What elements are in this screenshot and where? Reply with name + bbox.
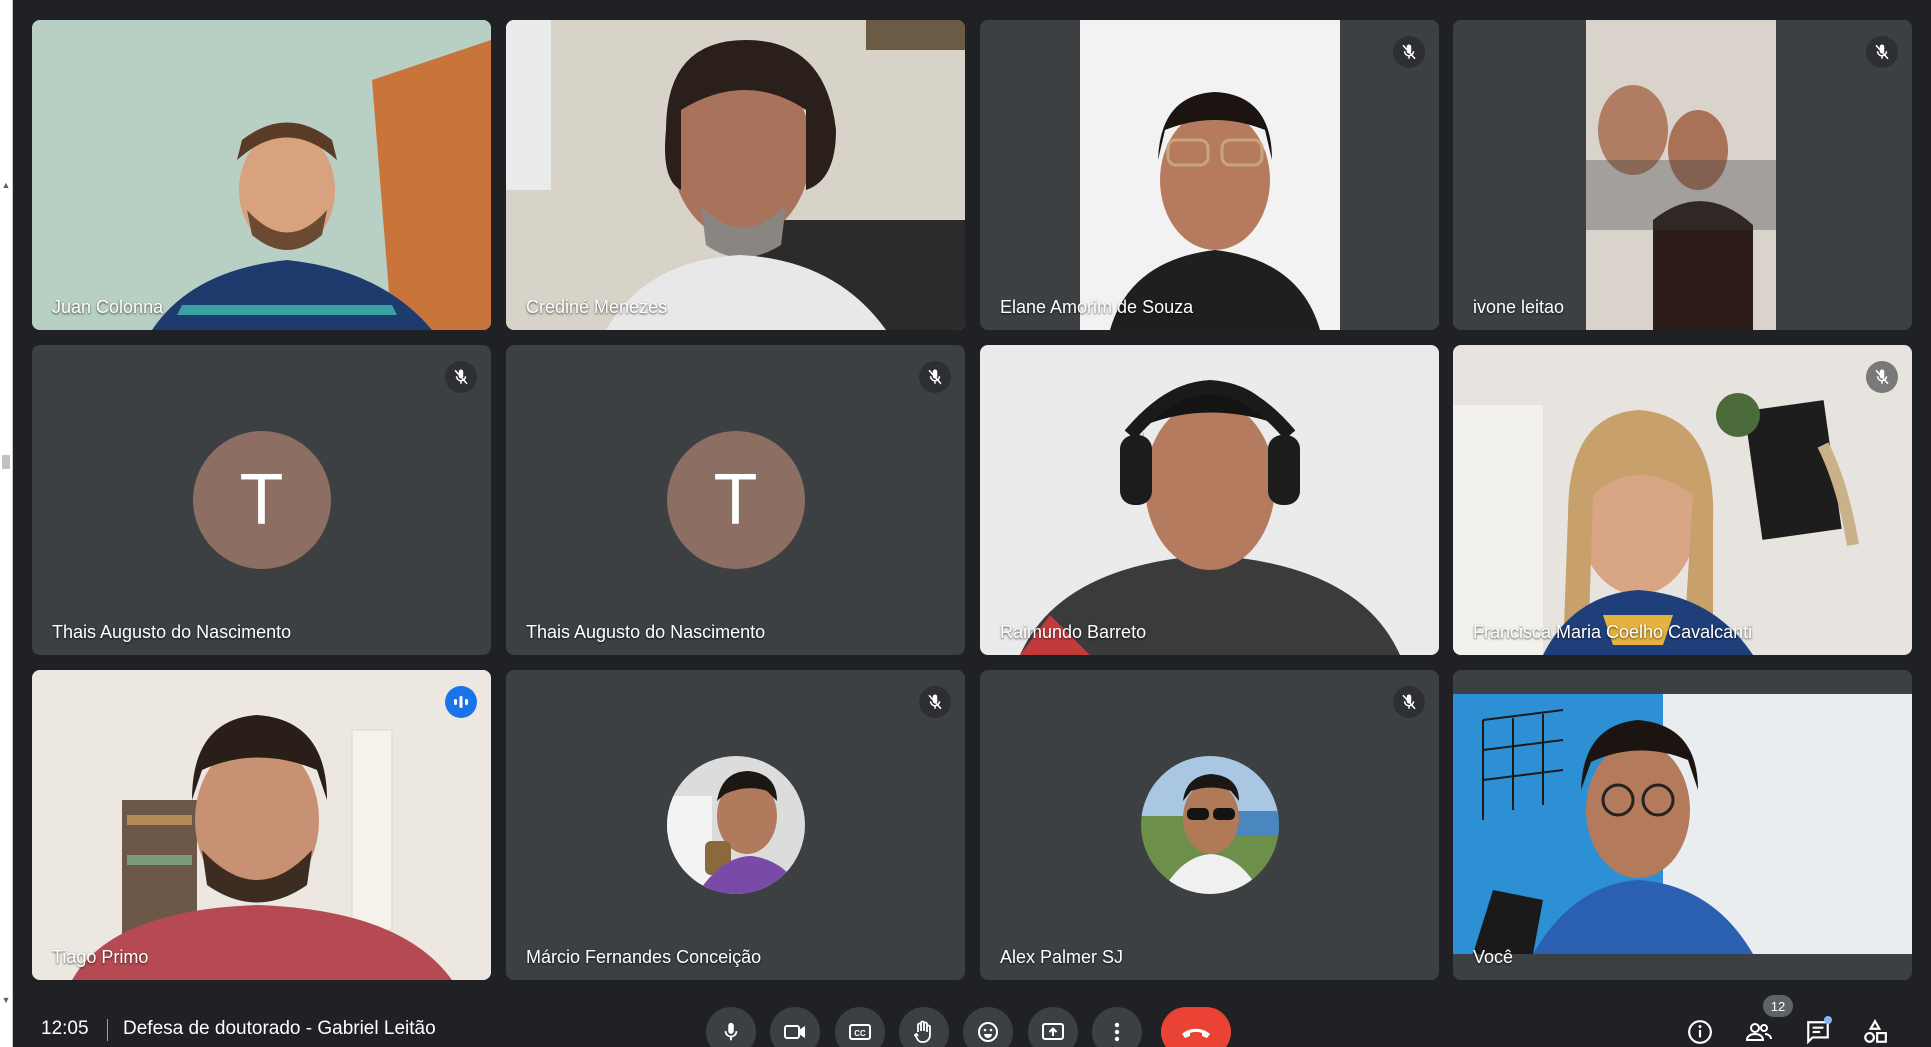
participant-avatar	[666, 756, 805, 894]
captions-button[interactable]: CC	[835, 1007, 885, 1047]
scroll-thumb[interactable]	[2, 455, 10, 469]
present-button[interactable]	[1028, 1007, 1078, 1047]
unread-dot	[1824, 1016, 1832, 1024]
mic-button[interactable]	[706, 1007, 756, 1047]
scroll-up-icon[interactable]: ▲	[1, 180, 11, 190]
participant-name: Você	[1473, 947, 1514, 967]
raise-hand-button[interactable]	[899, 1007, 949, 1047]
camera-button[interactable]	[770, 1007, 820, 1047]
emoji-button[interactable]	[963, 1007, 1013, 1047]
participant-tile[interactable]: T Thais Augusto do Nascimento	[32, 345, 491, 655]
participant-tile[interactable]: Raimundo Barreto	[980, 345, 1439, 655]
camera-icon	[784, 1025, 805, 1039]
participant-tile[interactable]: Francisca Maria Coelho Cavalcanti	[1453, 345, 1912, 655]
muted-mic-icon	[445, 361, 477, 393]
muted-mic-icon	[1393, 36, 1425, 68]
info-button[interactable]	[1682, 1014, 1718, 1047]
muted-mic-icon	[919, 686, 951, 718]
people-icon	[1745, 1023, 1772, 1041]
participant-avatar: T	[192, 431, 331, 569]
participant-avatar: T	[666, 431, 805, 569]
participant-tile[interactable]: T Thais Augusto do Nascimento	[506, 345, 965, 655]
meeting-clock: 12:05	[41, 1018, 89, 1039]
participant-name: Tiago Primo	[52, 947, 149, 967]
chat-button[interactable]	[1800, 1014, 1836, 1047]
participant-name: Elane Amorim de Souza	[1000, 297, 1194, 317]
activities-icon	[1864, 1019, 1887, 1043]
participant-name: Francisca Maria Coelho Cavalcanti	[1473, 622, 1753, 642]
participant-name: Márcio Fernandes Conceição	[526, 947, 762, 967]
raise-hand-icon	[913, 1020, 931, 1043]
participant-name: Raimundo Barreto	[1000, 622, 1147, 642]
participant-tile[interactable]: Alex Palmer SJ	[980, 670, 1439, 980]
participant-tile[interactable]: Márcio Fernandes Conceição	[506, 670, 965, 980]
muted-mic-icon	[919, 361, 951, 393]
present-icon	[1042, 1023, 1064, 1040]
muted-mic-icon	[1866, 361, 1898, 393]
participant-tile[interactable]: ivone leitao	[1453, 20, 1912, 330]
participant-name: ivone leitao	[1473, 297, 1565, 317]
page-scrollbar[interactable]: ▲ ▼	[0, 0, 13, 1047]
participant-avatar	[1140, 756, 1279, 894]
participant-tile-speaking[interactable]: Tiago Primo	[32, 670, 491, 980]
meet-window: ▲ ▼ Juan Colonna Crediné Menezes Elane A…	[0, 0, 1931, 1047]
speaking-indicator-icon	[445, 686, 477, 718]
more-options-icon	[1114, 1022, 1120, 1042]
meeting-title: Defesa de doutorado - Gabriel Leitão	[123, 1018, 436, 1039]
divider	[107, 1019, 108, 1041]
bottom-toolbar: 12:05 Defesa de doutorado - Gabriel Leit…	[13, 995, 1931, 1047]
video-feed	[506, 20, 965, 330]
video-feed	[32, 670, 491, 980]
end-call-icon	[1182, 1028, 1210, 1038]
participant-name: Thais Augusto do Nascimento	[526, 622, 766, 642]
participant-tile-self[interactable]: Você	[1453, 670, 1912, 980]
participant-tile[interactable]: Elane Amorim de Souza	[980, 20, 1439, 330]
participant-name: Juan Colonna	[52, 297, 164, 317]
captions-icon: CC	[849, 1024, 871, 1040]
participant-name: Thais Augusto do Nascimento	[52, 622, 292, 642]
people-button[interactable]	[1741, 1014, 1777, 1047]
participant-tile[interactable]: Crediné Menezes	[506, 20, 965, 330]
video-feed	[1453, 20, 1912, 330]
video-feed	[1453, 345, 1912, 655]
mic-icon	[724, 1022, 738, 1041]
participant-tile[interactable]: Juan Colonna	[32, 20, 491, 330]
scroll-down-icon[interactable]: ▼	[1, 995, 11, 1005]
participant-name: Alex Palmer SJ	[1000, 947, 1124, 967]
svg-text:CC: CC	[854, 1029, 866, 1038]
video-feed	[980, 345, 1439, 655]
video-feed	[32, 20, 491, 330]
emoji-icon	[978, 1022, 998, 1042]
muted-mic-icon	[1866, 36, 1898, 68]
activities-button[interactable]	[1857, 1014, 1893, 1047]
muted-mic-icon	[1393, 686, 1425, 718]
more-options-button[interactable]	[1092, 1007, 1142, 1047]
participant-name: Crediné Menezes	[526, 297, 668, 317]
info-icon	[1688, 1020, 1712, 1044]
end-call-button[interactable]	[1161, 1007, 1231, 1047]
video-feed	[1453, 670, 1912, 980]
video-feed	[980, 20, 1439, 330]
